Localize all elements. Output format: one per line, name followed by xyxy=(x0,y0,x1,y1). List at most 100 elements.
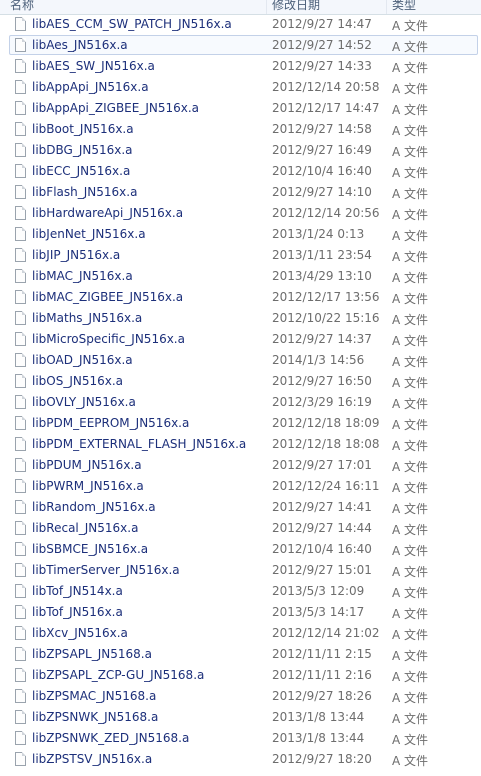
file-row[interactable]: libSBMCE_JN516x.a 2012/10/4 16:40 A 文件 xyxy=(0,539,481,560)
file-name[interactable]: libZPSNWK_ZED_JN5168.a xyxy=(32,731,189,745)
file-row[interactable]: libTimerServer_JN516x.a 2012/9/27 15:01 A … xyxy=(0,560,481,581)
file-name[interactable]: libMicroSpecific_JN516x.a xyxy=(32,332,185,346)
file-name[interactable]: libOAD_JN516x.a xyxy=(32,353,133,367)
file-name[interactable]: libMAC_JN516x.a xyxy=(32,269,133,283)
file-name[interactable]: libMaths_JN516x.a xyxy=(32,311,142,325)
file-row[interactable]: libHardwareApi_JN516x.a 2012/12/14 20:56 A… xyxy=(0,203,481,224)
file-row[interactable]: libAES_CCM_SW_PATCH_JN516x.a 2012/9/27 14… xyxy=(0,14,481,35)
file-type: A 文件 xyxy=(392,754,429,768)
file-icon xyxy=(15,437,26,451)
file-row[interactable]: libZPSAPL_ZCP-GU_JN5168.a 2012/11/11 2:16… xyxy=(0,665,481,686)
file-name[interactable]: libBoot_JN516x.a xyxy=(32,122,134,136)
file-name[interactable]: libFlash_JN516x.a xyxy=(32,185,137,199)
file-name[interactable]: libPWRM_JN516x.a xyxy=(32,479,144,493)
column-divider[interactable] xyxy=(386,0,387,14)
file-name[interactable]: libOS_JN516x.a xyxy=(32,374,123,388)
file-row[interactable]: libFlash_JN516x.a 2012/9/27 14:10 A 文件 xyxy=(0,182,481,203)
file-icon xyxy=(15,710,26,724)
file-icon xyxy=(15,206,26,220)
column-divider[interactable] xyxy=(266,0,267,14)
file-type: A 文件 xyxy=(392,208,429,222)
file-row[interactable]: libJIP_JN516x.a 2013/1/11 23:54 A 文件 xyxy=(0,245,481,266)
file-icon xyxy=(15,626,26,640)
file-name[interactable]: libMAC_ZIGBEE_JN516x.a xyxy=(32,290,183,304)
file-row[interactable]: libOVLY_JN516x.a 2012/3/29 16:19 A 文件 xyxy=(0,392,481,413)
file-name[interactable]: libRecal_JN516x.a xyxy=(32,521,138,535)
file-name[interactable]: libZPSTSV_JN516x.a xyxy=(32,752,152,766)
file-row[interactable]: libMaths_JN516x.a 2012/10/22 15:16 A 文件 xyxy=(0,308,481,329)
file-name[interactable]: libHardwareApi_JN516x.a xyxy=(32,206,183,220)
file-row[interactable]: libOAD_JN516x.a 2014/1/3 14:56 A 文件 xyxy=(0,350,481,371)
file-row[interactable]: libZPSMAC_JN5168.a 2012/9/27 18:26 A 文件 xyxy=(0,686,481,707)
file-name[interactable]: libSBMCE_JN516x.a xyxy=(32,542,148,556)
file-modified-date: 2012/9/27 18:26 xyxy=(272,689,372,703)
file-type: A 文件 xyxy=(392,250,429,264)
file-row[interactable]: libXcv_JN516x.a 2012/12/14 21:02 A 文件 xyxy=(0,623,481,644)
file-name[interactable]: libZPSMAC_JN5168.a xyxy=(32,689,156,703)
file-name[interactable]: libTof_JN516x.a xyxy=(32,605,123,619)
column-header-date[interactable]: 修改日期 xyxy=(272,0,320,13)
file-name[interactable]: libPDM_EXTERNAL_FLASH_JN516x.a xyxy=(32,437,246,451)
file-row[interactable]: libZPSTSV_JN516x.a 2012/9/27 18:20 A 文件 xyxy=(0,749,481,770)
file-row[interactable]: libRecal_JN516x.a 2012/9/27 14:44 A 文件 xyxy=(0,518,481,539)
file-type: A 文件 xyxy=(392,565,429,579)
file-row[interactable]: libAES_SW_JN516x.a 2012/9/27 14:33 A 文件 xyxy=(0,56,481,77)
file-icon xyxy=(15,269,26,283)
file-row[interactable]: libMicroSpecific_JN516x.a 2012/9/27 14:37… xyxy=(0,329,481,350)
file-name[interactable]: libRandom_JN516x.a xyxy=(32,500,156,514)
file-modified-date: 2012/10/22 15:16 xyxy=(272,311,380,325)
file-name[interactable]: libJIP_JN516x.a xyxy=(32,248,120,262)
file-row[interactable]: libJenNet_JN516x.a 2013/1/24 0:13 A 文件 xyxy=(0,224,481,245)
file-row[interactable]: libPDM_EXTERNAL_FLASH_JN516x.a 2012/12/18… xyxy=(0,434,481,455)
file-name[interactable]: libAppApi_JN516x.a xyxy=(32,80,149,94)
file-name[interactable]: libECC_JN516x.a xyxy=(32,164,130,178)
file-row[interactable]: libAppApi_ZIGBEE_JN516x.a 2012/12/17 14:4… xyxy=(0,98,481,119)
file-name[interactable]: libAES_SW_JN516x.a xyxy=(32,59,155,73)
file-row[interactable]: libBoot_JN516x.a 2012/9/27 14:58 A 文件 xyxy=(0,119,481,140)
file-icon xyxy=(15,332,26,346)
file-list: libAES_CCM_SW_PATCH_JN516x.a 2012/9/27 14… xyxy=(0,14,481,770)
file-type: A 文件 xyxy=(392,145,429,159)
file-type: A 文件 xyxy=(392,61,429,75)
file-row[interactable]: libOS_JN516x.a 2012/9/27 16:50 A 文件 xyxy=(0,371,481,392)
file-icon xyxy=(15,185,26,199)
file-row[interactable]: libAppApi_JN516x.a 2012/12/14 20:58 A 文件 xyxy=(0,77,481,98)
file-row[interactable]: libECC_JN516x.a 2012/10/4 16:40 A 文件 xyxy=(0,161,481,182)
file-icon xyxy=(15,101,26,115)
file-name[interactable]: libTof_JN514x.a xyxy=(32,584,123,598)
file-name[interactable]: libZPSNWK_JN5168.a xyxy=(32,710,158,724)
file-name[interactable]: libXcv_JN516x.a xyxy=(32,626,128,640)
file-name[interactable]: libJenNet_JN516x.a xyxy=(32,227,146,241)
file-name[interactable]: libAppApi_ZIGBEE_JN516x.a xyxy=(32,101,199,115)
column-header-type[interactable]: 类型 xyxy=(392,0,416,13)
file-type: A 文件 xyxy=(392,439,429,453)
file-row[interactable]: libDBG_JN516x.a 2012/9/27 16:49 A 文件 xyxy=(0,140,481,161)
file-row[interactable]: libZPSNWK_ZED_JN5168.a 2013/1/8 13:44 A 文件 xyxy=(0,728,481,749)
file-icon xyxy=(15,164,26,178)
file-name[interactable]: libAes_JN516x.a xyxy=(32,38,128,52)
file-name[interactable]: libZPSAPL_JN5168.a xyxy=(32,647,152,661)
file-row[interactable]: libPDM_EEPROM_JN516x.a 2012/12/18 18:09 A … xyxy=(0,413,481,434)
file-name[interactable]: libDBG_JN516x.a xyxy=(32,143,133,157)
file-modified-date: 2012/9/27 14:58 xyxy=(272,122,372,136)
file-name[interactable]: libZPSAPL_ZCP-GU_JN5168.a xyxy=(32,668,204,682)
file-modified-date: 2013/1/24 0:13 xyxy=(272,227,365,241)
file-row[interactable]: libZPSNWK_JN5168.a 2013/1/8 13:44 A 文件 xyxy=(0,707,481,728)
file-row[interactable]: libTof_JN514x.a 2013/5/3 12:09 A 文件 xyxy=(0,581,481,602)
file-name[interactable]: libPDUM_JN516x.a xyxy=(32,458,142,472)
file-icon xyxy=(15,59,26,73)
file-row[interactable]: libPDUM_JN516x.a 2012/9/27 17:01 A 文件 xyxy=(0,455,481,476)
file-row[interactable]: libTof_JN516x.a 2013/5/3 14:17 A 文件 xyxy=(0,602,481,623)
column-header-name[interactable]: 名称 xyxy=(10,0,34,13)
file-type: A 文件 xyxy=(392,40,429,54)
file-row[interactable]: libZPSAPL_JN5168.a 2012/11/11 2:15 A 文件 xyxy=(0,644,481,665)
file-row[interactable]: libRandom_JN516x.a 2012/9/27 14:41 A 文件 xyxy=(0,497,481,518)
file-name[interactable]: libOVLY_JN516x.a xyxy=(32,395,136,409)
file-row[interactable]: libMAC_JN516x.a 2013/4/29 13:10 A 文件 xyxy=(0,266,481,287)
file-row[interactable]: libPWRM_JN516x.a 2012/12/24 16:11 A 文件 xyxy=(0,476,481,497)
file-name[interactable]: libPDM_EEPROM_JN516x.a xyxy=(32,416,189,430)
file-row[interactable]: libAes_JN516x.a 2012/9/27 14:52 A 文件 xyxy=(0,35,481,56)
file-name[interactable]: libTimerServer_JN516x.a xyxy=(32,563,180,577)
file-row[interactable]: libMAC_ZIGBEE_JN516x.a 2012/12/17 13:56 A … xyxy=(0,287,481,308)
file-name[interactable]: libAES_CCM_SW_PATCH_JN516x.a xyxy=(32,17,232,31)
